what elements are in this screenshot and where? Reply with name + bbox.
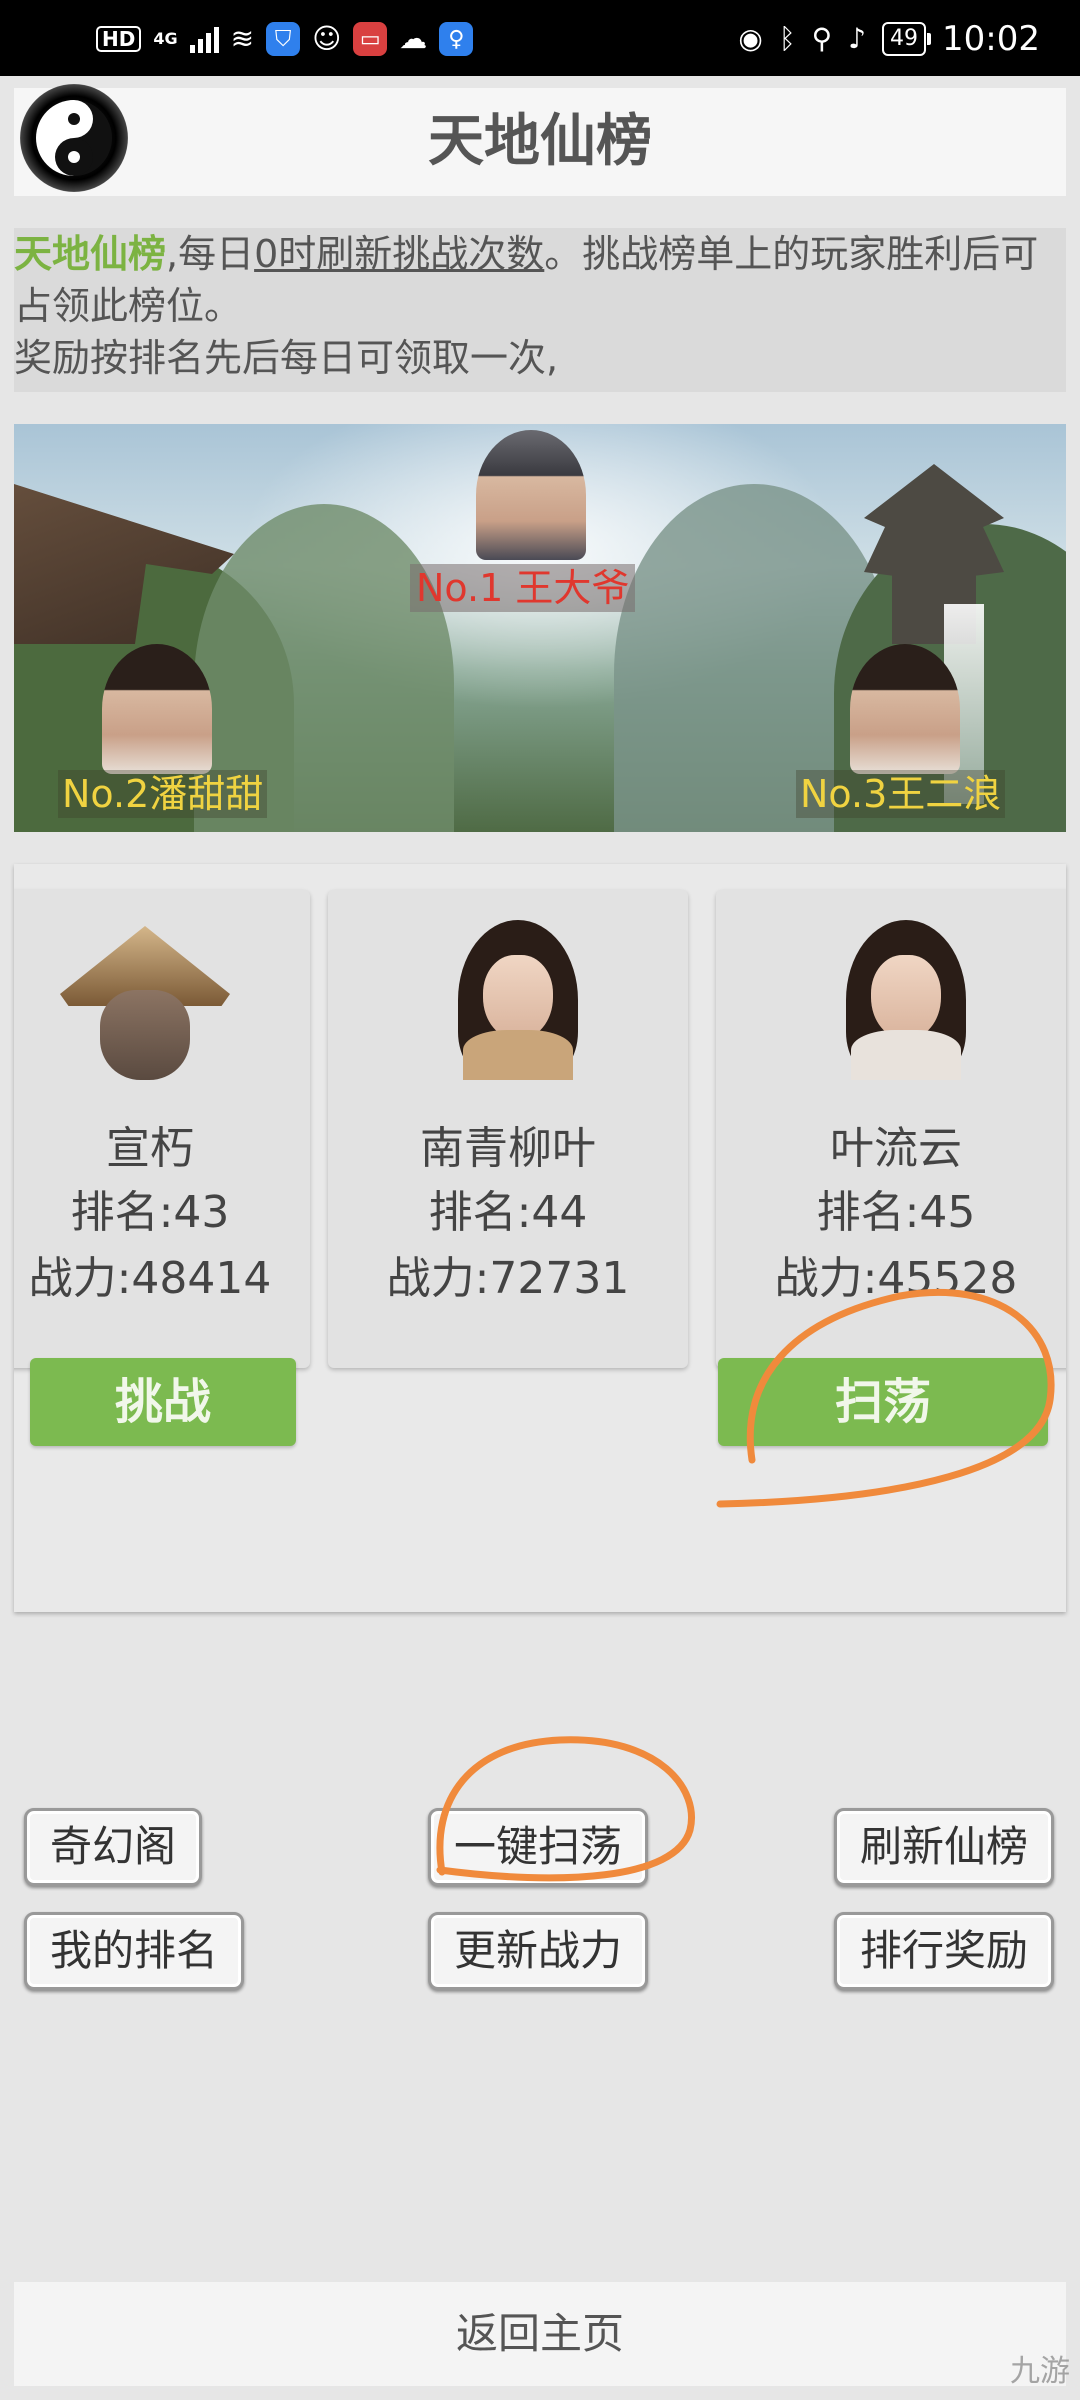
- challenger-card[interactable]: 宣朽 排名:43 战力:48414: [14, 890, 310, 1368]
- hd-icon: HD: [96, 26, 142, 52]
- avatar-face: [100, 990, 190, 1080]
- info-refresh-time: 0时刷新挑战次数: [254, 232, 545, 276]
- signal-icon: [189, 25, 219, 53]
- shield-app-icon: ⛉: [266, 22, 301, 56]
- sweep-all-button[interactable]: 一键扫荡: [428, 1808, 648, 1886]
- rank2-label: No.2潘甜甜: [58, 770, 268, 818]
- avatar-face: [483, 955, 553, 1040]
- rank3-portrait[interactable]: [850, 644, 960, 774]
- challenger-card[interactable]: 南青柳叶 排名:44 战力:72731: [328, 890, 688, 1368]
- avatar-face: [871, 955, 941, 1040]
- page-header: 天地仙榜: [14, 84, 1066, 196]
- rank-reward-button[interactable]: 排行奖励: [834, 1912, 1054, 1990]
- qihuange-button[interactable]: 奇幻阁: [24, 1808, 202, 1886]
- challenger-name: 南青柳叶: [420, 1123, 596, 1174]
- challenger-avatar: [60, 920, 230, 1080]
- challenger-panel: 宣朽 排名:43 战力:48414 南青柳叶 排名:44 战力:72731 叶流…: [14, 864, 1066, 1612]
- rank3-label: No.3王二浪: [796, 770, 1006, 818]
- network-type: 4G: [153, 29, 178, 48]
- challenger-rank: 排名:44: [428, 1187, 588, 1238]
- clock: 10:02: [942, 19, 1040, 59]
- info-part1: ,每日: [166, 232, 255, 276]
- bulb-app-icon: ♀: [439, 22, 474, 56]
- avatar-body: [463, 1030, 573, 1080]
- status-bar: HD 4G ≋ ⛉ ☺ ▭ ☁ ♀ ◉ ᛒ ⚲ ♪ 49 10:02: [0, 0, 1080, 76]
- watermark: 九游: [1010, 2354, 1070, 2389]
- rules-description: 天地仙榜,每日0时刷新挑战次数。挑战榜单上的玩家胜利后可占领此榜位。 奖励按排名…: [14, 228, 1066, 392]
- rank1-portrait[interactable]: [476, 430, 586, 560]
- bluetooth-icon: ᛒ: [778, 22, 796, 55]
- battery-icon: 49: [882, 22, 932, 56]
- challenger-power: 战力:48414: [28, 1253, 272, 1304]
- challenge-button[interactable]: 挑战: [30, 1358, 296, 1446]
- back-home-button[interactable]: 返回主页: [14, 2282, 1066, 2386]
- page-title: 天地仙榜: [428, 109, 652, 174]
- challenger-power: 战力:45528: [774, 1253, 1018, 1304]
- avatar-body: [851, 1030, 961, 1080]
- update-power-button[interactable]: 更新战力: [428, 1912, 648, 1990]
- book-app-icon: ▭: [353, 22, 388, 56]
- info-reward-rule: 奖励按排名先后每日可领取一次,: [14, 336, 559, 380]
- refresh-rank-button[interactable]: 刷新仙榜: [834, 1808, 1054, 1886]
- location-icon: ⚲: [811, 22, 833, 55]
- challenger-avatar: [438, 920, 588, 1080]
- qq-icon: ☺: [312, 22, 342, 55]
- challenger-rank: 排名:45: [816, 1187, 976, 1238]
- chat-icon: ☁: [399, 22, 428, 55]
- eye-icon: ◉: [738, 22, 763, 55]
- challenger-name: 宣朽: [106, 1123, 194, 1174]
- sweep-button[interactable]: 扫荡: [718, 1358, 1048, 1446]
- wifi-icon: ≋: [230, 22, 255, 55]
- challenger-rank: 排名:43: [70, 1187, 230, 1238]
- my-rank-button[interactable]: 我的排名: [24, 1912, 244, 1990]
- rank1-label: No.1 王大爷: [410, 564, 636, 612]
- mute-bell-icon: ♪: [848, 22, 867, 55]
- challenger-avatar: [826, 920, 976, 1080]
- challenger-card[interactable]: 叶流云 排名:45 战力:45528: [716, 890, 1066, 1368]
- challenger-power: 战力:72731: [386, 1253, 630, 1304]
- challenger-name: 叶流云: [830, 1123, 962, 1174]
- info-highlight: 天地仙榜: [14, 232, 167, 276]
- rank2-portrait[interactable]: [102, 644, 212, 774]
- top-three-banner: No.1 王大爷 No.2潘甜甜 No.3王二浪: [14, 424, 1066, 832]
